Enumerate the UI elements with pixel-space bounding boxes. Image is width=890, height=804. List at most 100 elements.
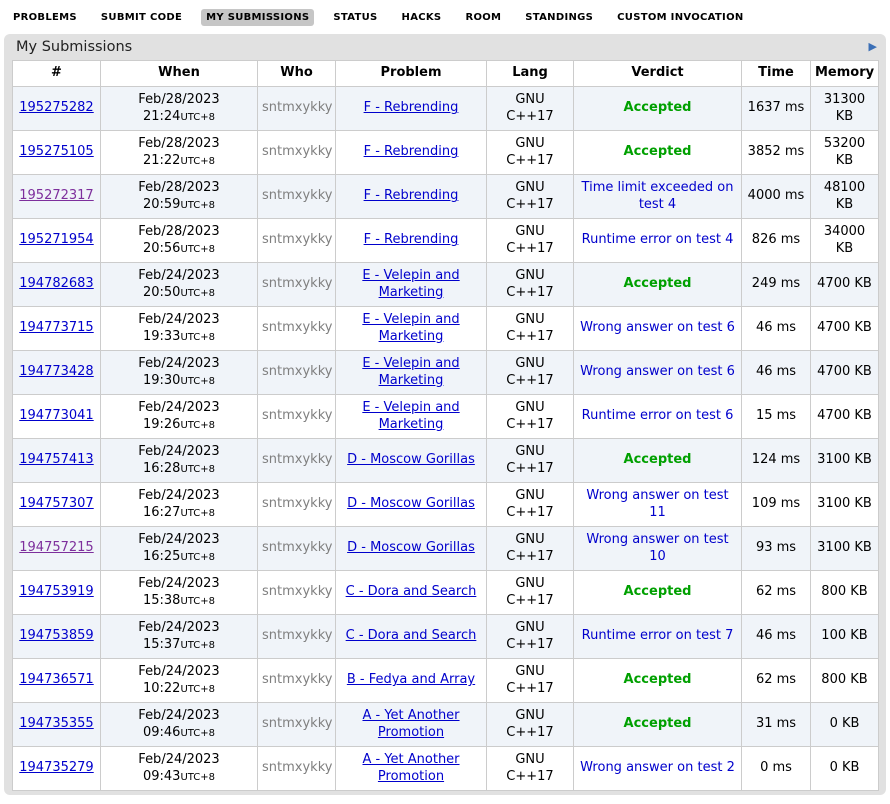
submission-id-link[interactable]: 194735355 [19, 716, 93, 731]
when-cell: Feb/24/2023 15:38UTC+8 [101, 571, 258, 615]
id-cell: 194753919 [13, 571, 101, 615]
nav-item-my-submissions[interactable]: MY SUBMISSIONS [201, 9, 314, 26]
submission-id-link[interactable]: 194757307 [19, 496, 93, 511]
submission-date: Feb/28/2023 [105, 224, 253, 240]
when-cell: Feb/24/2023 19:33UTC+8 [101, 307, 258, 351]
submission-id-link[interactable]: 194773715 [19, 320, 93, 335]
problem-link[interactable]: F - Rebrending [364, 188, 459, 203]
nav-item-status[interactable]: STATUS [328, 9, 382, 26]
id-cell: 194757413 [13, 439, 101, 483]
submission-date: Feb/24/2023 [105, 576, 253, 592]
verdict-text: Accepted [624, 100, 692, 115]
problem-link[interactable]: D - Moscow Gorillas [347, 452, 475, 467]
submission-id-link[interactable]: 195272317 [19, 188, 93, 203]
user-link[interactable]: sntmxykky [262, 232, 332, 247]
submission-id-link[interactable]: 194753859 [19, 628, 93, 643]
problem-link[interactable]: C - Dora and Search [346, 628, 477, 643]
table-row: 194735279 Feb/24/2023 09:43UTC+8 sntmxyk… [13, 747, 879, 791]
problem-link[interactable]: E - Velepin and Marketing [362, 356, 459, 387]
submission-time: 19:33UTC+8 [105, 329, 253, 345]
problem-link[interactable]: D - Moscow Gorillas [347, 496, 475, 511]
table-row: 194753859 Feb/24/2023 15:37UTC+8 sntmxyk… [13, 615, 879, 659]
user-link[interactable]: sntmxykky [262, 188, 332, 203]
nav-item-room[interactable]: ROOM [460, 9, 506, 26]
problem-link[interactable]: A - Yet Another Promotion [362, 708, 459, 739]
problem-link[interactable]: F - Rebrending [364, 232, 459, 247]
user-link[interactable]: sntmxykky [262, 276, 332, 291]
who-cell: sntmxykky [258, 615, 336, 659]
problem-link[interactable]: D - Moscow Gorillas [347, 540, 475, 555]
timezone-label: UTC+8 [180, 640, 215, 651]
expand-arrow-icon[interactable]: ▶ [869, 41, 877, 52]
problem-link[interactable]: C - Dora and Search [346, 584, 477, 599]
user-link[interactable]: sntmxykky [262, 628, 332, 643]
submission-time: 15:37UTC+8 [105, 637, 253, 653]
nav-item-custom-invocation[interactable]: CUSTOM INVOCATION [612, 9, 748, 26]
user-link[interactable]: sntmxykky [262, 144, 332, 159]
when-cell: Feb/24/2023 09:43UTC+8 [101, 747, 258, 791]
contest-menu: PROBLEMS SUBMIT CODE MY SUBMISSIONS STAT… [0, 0, 890, 32]
submission-time: 20:56UTC+8 [105, 241, 253, 257]
verdict-cell: Accepted [574, 571, 742, 615]
who-cell: sntmxykky [258, 87, 336, 131]
verdict-cell: Accepted [574, 87, 742, 131]
verdict-text: Accepted [624, 144, 692, 159]
lang-cell: GNU C++17 [487, 263, 574, 307]
user-link[interactable]: sntmxykky [262, 452, 332, 467]
problem-cell: F - Rebrending [336, 219, 487, 263]
submission-id-link[interactable]: 195275105 [19, 144, 93, 159]
problem-link[interactable]: F - Rebrending [364, 144, 459, 159]
nav-item-problems[interactable]: PROBLEMS [8, 9, 82, 26]
submission-id-link[interactable]: 194753919 [19, 584, 93, 599]
when-cell: Feb/24/2023 09:46UTC+8 [101, 703, 258, 747]
problem-link[interactable]: E - Velepin and Marketing [362, 400, 459, 431]
user-link[interactable]: sntmxykky [262, 408, 332, 423]
time-cell: 124 ms [742, 439, 811, 483]
user-link[interactable]: sntmxykky [262, 320, 332, 335]
submission-id-link[interactable]: 194757215 [19, 540, 93, 555]
submission-id-link[interactable]: 195271954 [19, 232, 93, 247]
submission-id-link[interactable]: 194736571 [19, 672, 93, 687]
nav-item-hacks[interactable]: HACKS [397, 9, 447, 26]
submission-time: 10:22UTC+8 [105, 681, 253, 697]
time-cell: 0 ms [742, 747, 811, 791]
user-link[interactable]: sntmxykky [262, 364, 332, 379]
submission-id-link[interactable]: 194773428 [19, 364, 93, 379]
submission-id-link[interactable]: 195275282 [19, 100, 93, 115]
when-cell: Feb/28/2023 20:59UTC+8 [101, 175, 258, 219]
problem-link[interactable]: A - Yet Another Promotion [362, 752, 459, 783]
user-link[interactable]: sntmxykky [262, 584, 332, 599]
user-link[interactable]: sntmxykky [262, 716, 332, 731]
submission-time: 21:24UTC+8 [105, 109, 253, 125]
who-cell: sntmxykky [258, 527, 336, 571]
id-cell: 194736571 [13, 659, 101, 703]
problem-link[interactable]: E - Velepin and Marketing [362, 312, 459, 343]
nav-item-standings[interactable]: STANDINGS [520, 9, 598, 26]
table-row: 194773715 Feb/24/2023 19:33UTC+8 sntmxyk… [13, 307, 879, 351]
submission-id-link[interactable]: 194782683 [19, 276, 93, 291]
user-link[interactable]: sntmxykky [262, 672, 332, 687]
time-cell: 1637 ms [742, 87, 811, 131]
problem-link[interactable]: B - Fedya and Array [347, 672, 475, 687]
lang-cell: GNU C++17 [487, 395, 574, 439]
problem-link[interactable]: F - Rebrending [364, 100, 459, 115]
user-link[interactable]: sntmxykky [262, 540, 332, 555]
user-link[interactable]: sntmxykky [262, 496, 332, 511]
id-cell: 194753859 [13, 615, 101, 659]
when-cell: Feb/24/2023 16:25UTC+8 [101, 527, 258, 571]
submission-time: 21:22UTC+8 [105, 153, 253, 169]
submission-id-link[interactable]: 194735279 [19, 760, 93, 775]
who-cell: sntmxykky [258, 439, 336, 483]
id-cell: 195272317 [13, 175, 101, 219]
submission-id-link[interactable]: 194757413 [19, 452, 93, 467]
timezone-label: UTC+8 [180, 420, 215, 431]
problem-link[interactable]: E - Velepin and Marketing [362, 268, 459, 299]
verdict-cell: Time limit exceeded on test 4 [574, 175, 742, 219]
submission-id-link[interactable]: 194773041 [19, 408, 93, 423]
user-link[interactable]: sntmxykky [262, 100, 332, 115]
verdict-text: Runtime error on test 4 [582, 232, 734, 247]
verdict-cell: Accepted [574, 703, 742, 747]
nav-item-submit-code[interactable]: SUBMIT CODE [96, 9, 187, 26]
user-link[interactable]: sntmxykky [262, 760, 332, 775]
verdict-cell: Accepted [574, 659, 742, 703]
